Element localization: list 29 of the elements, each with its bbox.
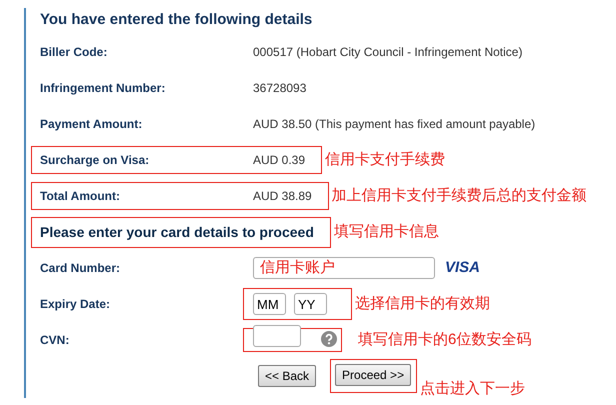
field-value: 000517 (Hobart City Council - Infringement Notice) <box>253 44 522 61</box>
section-title: You have entered the following details <box>40 10 314 30</box>
annotation-note: 信用卡支付手续费 <box>325 150 446 170</box>
card-number-field[interactable]: 信用卡账户 <box>253 257 435 279</box>
button[interactable]: Proceed >> <box>335 364 412 386</box>
field-label: Expiry Date: <box>40 296 112 313</box>
field-label: Infringement Number: <box>40 80 166 97</box>
year-field[interactable]: YY <box>294 293 327 315</box>
cvn-field[interactable] <box>253 325 301 347</box>
field-label: Card Number: <box>40 260 122 277</box>
field-label: Payment Amount: <box>40 116 144 133</box>
card-brand-logo: VISA <box>445 258 480 278</box>
field-label: Biller Code: <box>40 44 108 61</box>
field-value: AUD 0.39 <box>253 152 306 169</box>
help-icon[interactable] <box>321 331 337 347</box>
annotation-note: 加上信用卡支付手续费后总的支付金额 <box>332 186 587 206</box>
field-label: Surcharge on Visa: <box>40 152 150 169</box>
annotation-note: 点击进入下一步 <box>420 378 526 398</box>
field-value: 36728093 <box>253 80 306 97</box>
annotation-note: 填写信用卡信息 <box>334 222 439 242</box>
button[interactable]: << Back <box>258 365 316 387</box>
month-field[interactable]: MM <box>253 293 286 315</box>
field-value: AUD 38.50 (This payment has fixed amount payable) <box>253 116 536 133</box>
field-label: CVN: <box>40 332 70 349</box>
section-heading: Please enter your card details to proceed <box>40 222 314 242</box>
annotation-note: 填写信用卡的6位数安全码 <box>358 330 532 350</box>
field-label: Total Amount: <box>40 188 121 205</box>
annotation-note: 选择信用卡的有效期 <box>355 294 490 314</box>
field-value: AUD 38.89 <box>253 188 312 205</box>
